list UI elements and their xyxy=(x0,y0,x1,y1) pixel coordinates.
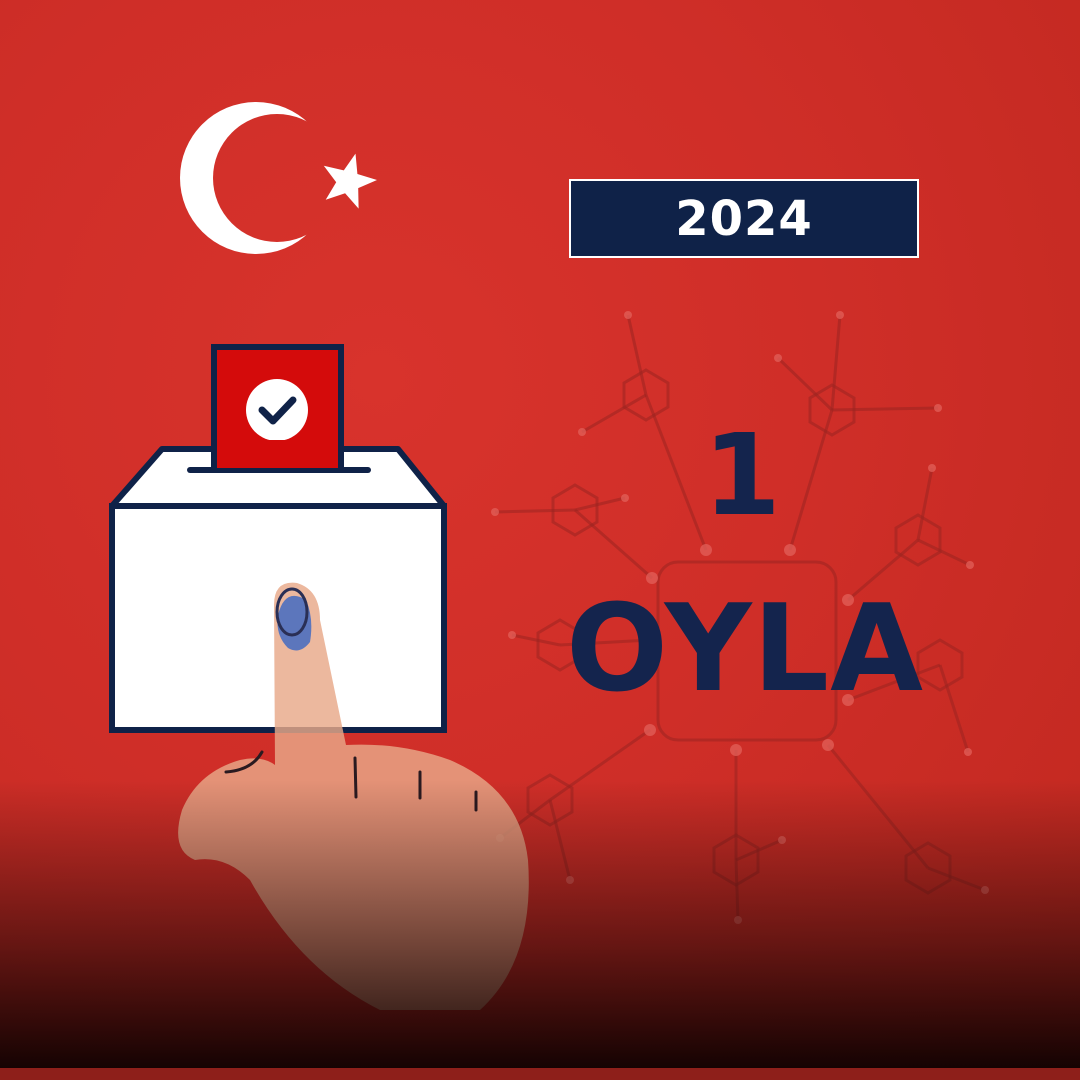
year-label: 2024 xyxy=(675,190,813,247)
bottom-strip xyxy=(0,1068,1080,1080)
headline-number: 1 xyxy=(703,411,781,541)
year-badge: 2024 xyxy=(569,179,919,258)
poster-canvas: 2024 1 OYLA xyxy=(0,0,1080,1080)
ballot-box-icon xyxy=(109,344,529,1010)
checkmark-icon xyxy=(246,379,308,441)
headline-word: OYLA xyxy=(566,580,924,719)
